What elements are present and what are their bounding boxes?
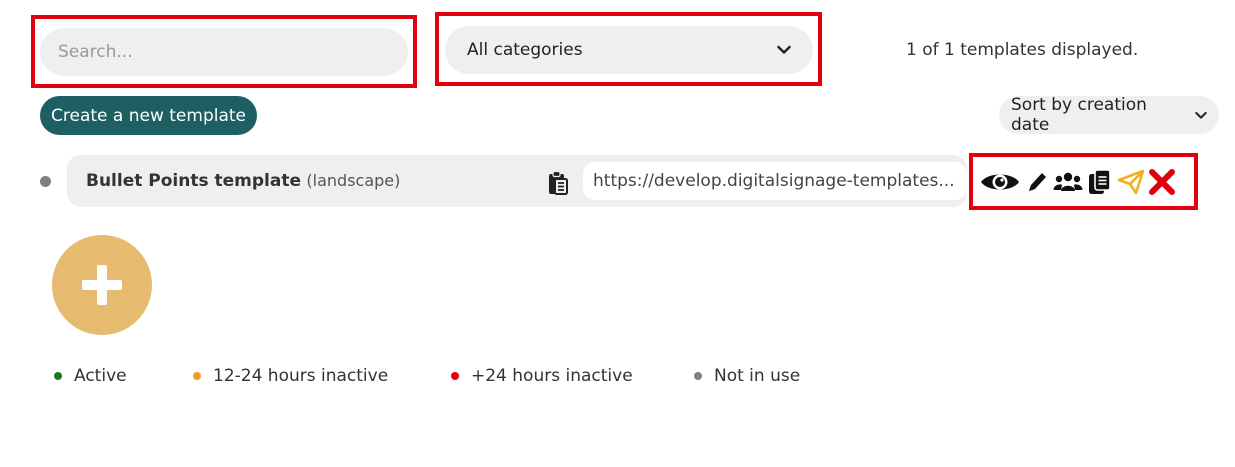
delete-icon[interactable] xyxy=(1149,169,1175,195)
users-icon[interactable] xyxy=(1053,169,1083,195)
chevron-down-icon xyxy=(1195,111,1207,120)
legend-label: Not in use xyxy=(714,366,801,386)
status-dot xyxy=(40,176,51,187)
template-orientation: (landscape) xyxy=(306,171,401,190)
category-select[interactable]: All categories xyxy=(445,26,813,74)
plus-icon xyxy=(82,265,122,305)
template-name: Bullet Points template xyxy=(86,171,302,191)
legend-active: Active xyxy=(54,366,127,386)
legend-not-in-use: Not in use xyxy=(694,366,800,386)
template-actions xyxy=(979,164,1175,200)
template-url-field[interactable] xyxy=(583,162,967,200)
create-template-button[interactable]: Create a new template xyxy=(40,96,257,135)
legend-dot xyxy=(451,372,459,380)
add-template-button[interactable] xyxy=(52,235,152,335)
legend-label: +24 hours inactive xyxy=(471,366,633,386)
sort-select[interactable]: Sort by creation date xyxy=(999,95,1219,135)
legend-dot xyxy=(54,372,62,380)
send-icon[interactable] xyxy=(1117,169,1145,195)
sort-selected-value: Sort by creation date xyxy=(1011,95,1147,135)
pencil-icon[interactable] xyxy=(1025,169,1049,195)
template-title: Bullet Points template (landscape) xyxy=(86,171,400,191)
clipboard-icon[interactable] xyxy=(546,170,570,196)
chevron-down-icon xyxy=(777,45,791,55)
search-input[interactable] xyxy=(40,28,408,76)
copy-icon[interactable] xyxy=(1087,168,1113,196)
eye-icon[interactable] xyxy=(979,169,1021,195)
legend-label: 12-24 hours inactive xyxy=(213,366,389,386)
legend-12-24-inactive: 12-24 hours inactive xyxy=(193,366,388,386)
legend-dot xyxy=(694,372,702,380)
templates-count: 1 of 1 templates displayed. xyxy=(906,40,1139,60)
legend-label: Active xyxy=(74,366,127,386)
legend-dot xyxy=(193,372,201,380)
category-selected-value: All categories xyxy=(467,40,583,60)
legend-24-plus-inactive: +24 hours inactive xyxy=(451,366,633,386)
